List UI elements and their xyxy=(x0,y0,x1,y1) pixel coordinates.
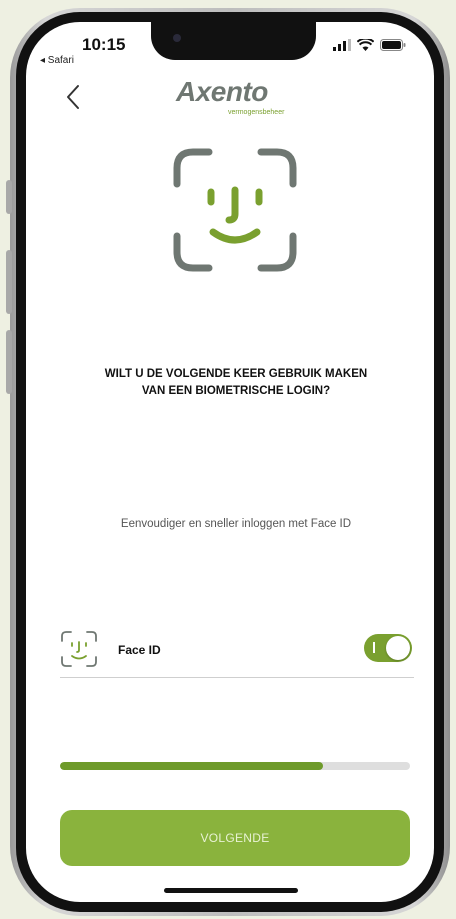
logo: Axento vermogensbeheer xyxy=(176,76,296,122)
toggle-on-mark xyxy=(373,642,375,653)
camera-dot xyxy=(173,34,181,42)
description-text: Eenvoudiger en sneller inloggen met Face… xyxy=(120,518,352,530)
next-button[interactable]: VOLGENDE xyxy=(60,810,410,866)
status-time: 10:15 xyxy=(82,35,126,54)
back-to-safari-link[interactable]: ◂ Safari xyxy=(40,55,74,66)
chevron-left-icon[interactable] xyxy=(62,82,86,112)
side-button xyxy=(6,250,12,314)
wifi-icon xyxy=(357,39,374,51)
page-title: WILT U DE VOLGENDE KEER GEBRUIK MAKEN VA… xyxy=(104,368,368,397)
status-icons xyxy=(333,39,406,51)
face-id-icon xyxy=(173,148,297,272)
face-id-icon xyxy=(61,631,97,667)
progress-bar xyxy=(60,762,410,770)
side-button xyxy=(6,180,12,214)
home-indicator xyxy=(164,888,298,893)
face-id-label: Face ID xyxy=(118,643,161,657)
battery-icon xyxy=(380,39,406,51)
logo-text: Axento xyxy=(176,76,268,107)
notch xyxy=(151,22,316,60)
logo-subtext: vermogensbeheer xyxy=(228,109,285,116)
progress-fill xyxy=(60,762,323,770)
signal-icon xyxy=(333,39,351,51)
toggle-knob xyxy=(386,636,410,660)
face-id-toggle[interactable] xyxy=(364,634,412,662)
face-id-option-row: Face ID xyxy=(60,630,414,678)
side-button xyxy=(6,330,12,394)
app-screen: 10:15 ◂ Safari Axento vermogensbeheer WI… xyxy=(26,22,434,902)
